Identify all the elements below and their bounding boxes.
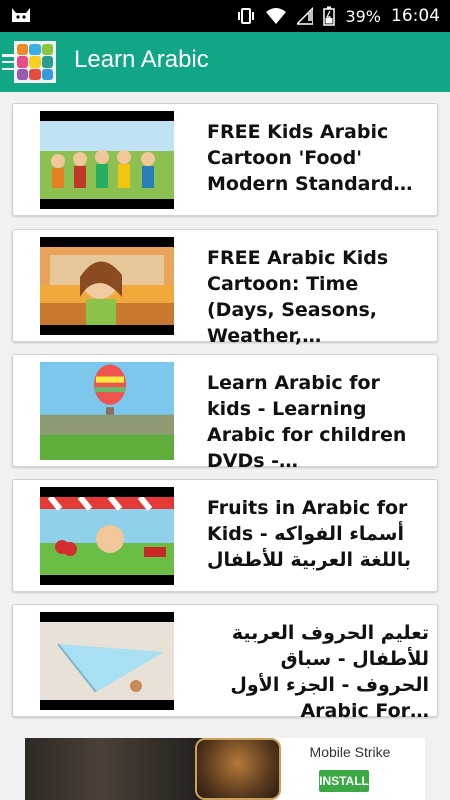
app-bar: Learn Arabic	[0, 32, 450, 92]
ad-image	[25, 738, 215, 800]
video-title: Learn Arabic for kids - Learning Arabic …	[207, 372, 407, 472]
video-thumbnail	[40, 612, 174, 710]
app-logo[interactable]	[14, 41, 56, 83]
video-thumbnail	[40, 237, 174, 335]
install-button[interactable]: INSTALL	[319, 770, 369, 792]
video-card[interactable]: FREE Arabic Kids Cartoon: Time (Days, Se…	[12, 229, 438, 347]
video-title: FREE Kids Arabic Cartoon 'Food' Modern S…	[207, 121, 413, 195]
video-title: FREE Arabic Kids Cartoon: Time (Days, Se…	[207, 247, 389, 347]
battery-percent: 39%	[345, 6, 381, 26]
status-bar: 39% 16:04	[0, 0, 450, 32]
ad-app-icon	[195, 738, 281, 800]
video-thumbnail	[40, 487, 174, 585]
video-card[interactable]: تعليم الحروف العربية للأطفال - سباق الحر…	[12, 604, 438, 722]
menu-icon[interactable]	[2, 54, 14, 70]
cell-signal-icon	[297, 7, 314, 25]
video-title: Fruits in Arabic for Kids - أسماء الفواك…	[207, 497, 411, 571]
clock: 16:04	[391, 6, 440, 26]
notification-cat-icon	[12, 8, 30, 22]
battery-icon	[323, 6, 336, 26]
video-card[interactable]: Learn Arabic for kids - Learning Arabic …	[12, 354, 438, 472]
video-thumbnail	[40, 362, 174, 460]
ad-banner[interactable]: Mobile Strike INSTALL	[25, 738, 425, 800]
vibrate-icon	[238, 8, 255, 24]
page-title: Learn Arabic	[74, 46, 209, 73]
video-thumbnail	[40, 111, 174, 209]
ad-app-name: Mobile Strike	[309, 744, 391, 760]
video-card[interactable]: FREE Kids Arabic Cartoon 'Food' Modern S…	[12, 103, 438, 216]
wifi-icon	[266, 8, 287, 24]
video-title: تعليم الحروف العربية للأطفال - سباق الحر…	[230, 622, 429, 722]
video-card[interactable]: Fruits in Arabic for Kids - أسماء الفواك…	[12, 479, 438, 592]
